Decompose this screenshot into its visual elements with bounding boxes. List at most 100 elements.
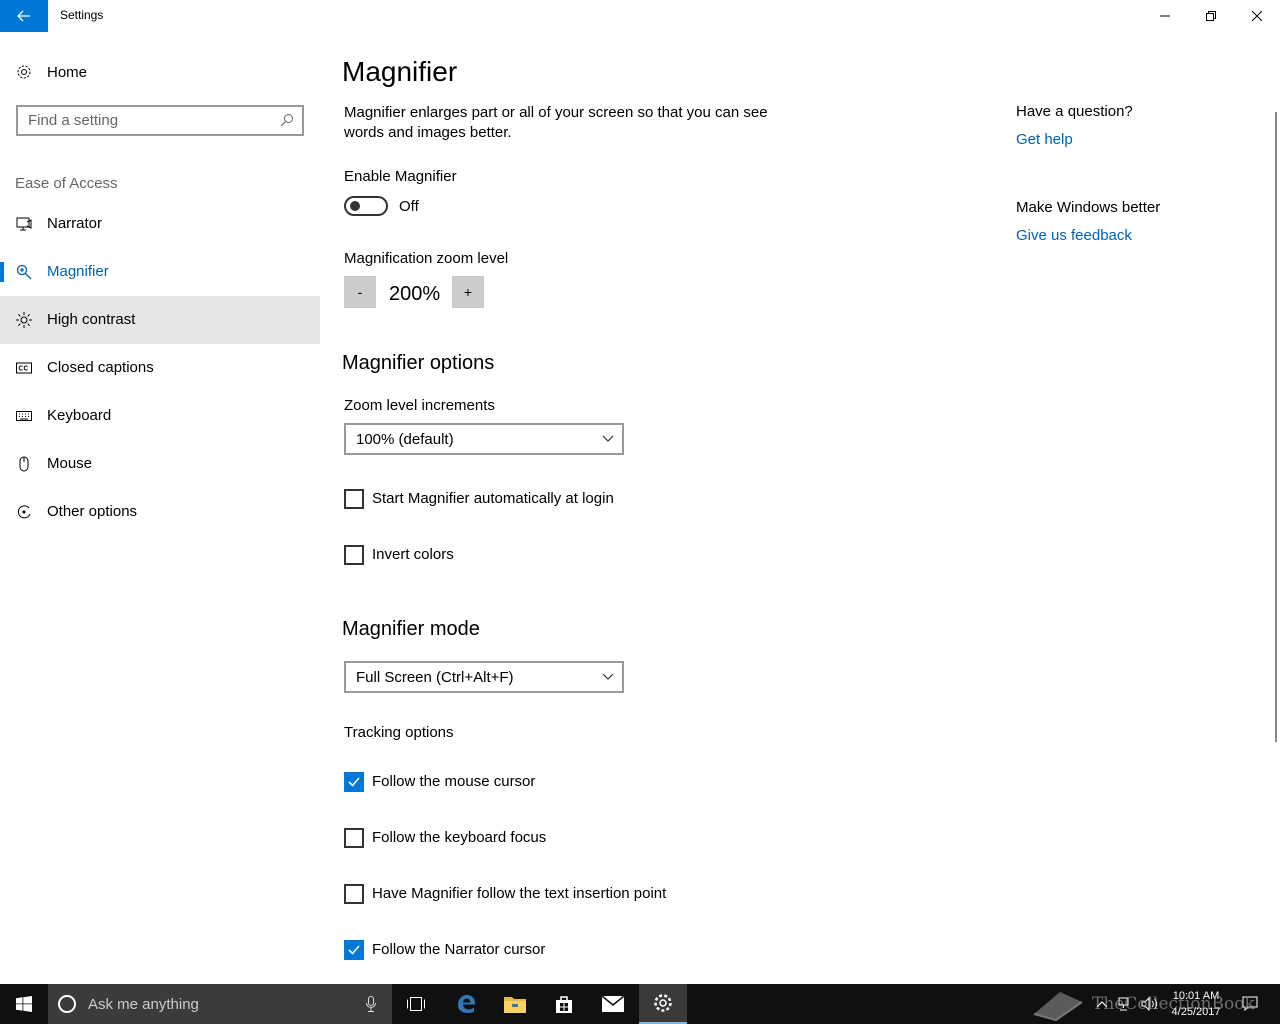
edge-icon (458, 995, 475, 1013)
magnifier-mode-title: Magnifier mode (342, 618, 480, 640)
checkbox-label: Invert colors (372, 546, 454, 563)
back-arrow-icon (17, 10, 30, 22)
task-view-button[interactable] (392, 984, 440, 1024)
closed-captions-icon (16, 362, 32, 374)
sidebar-item-label: Magnifier (47, 263, 109, 280)
folder-icon (504, 997, 526, 1013)
sidebar-item-narrator[interactable]: Narrator (0, 200, 320, 248)
taskbar-search-box[interactable] (48, 984, 392, 1024)
sidebar-item-closed-captions[interactable]: Closed captions (0, 344, 320, 392)
chevron-down-icon (602, 435, 614, 442)
follow-text-insertion-checkbox[interactable] (344, 884, 364, 904)
sidebar-item-mouse[interactable]: Mouse (0, 440, 320, 488)
tracking-options-label: Tracking options (344, 724, 454, 741)
start-button[interactable] (0, 984, 48, 1024)
magnifier-icon (16, 264, 32, 280)
zoom-out-button[interactable]: - (344, 276, 376, 308)
taskbar: 10:01 AM 4/25/2017 TheCollectionBook (0, 984, 1280, 1024)
mouse-icon (19, 456, 29, 472)
watermark-text: TheCollectionBook (1092, 994, 1255, 1014)
zoom-increments-dropdown[interactable]: 100% (default) (344, 423, 624, 455)
toggle-state-text: Off (399, 198, 419, 215)
search-icon[interactable] (280, 113, 294, 127)
task-view-icon (407, 997, 425, 1011)
watermark: TheCollectionBook (1030, 988, 1270, 1022)
nav-home[interactable]: Home (0, 56, 320, 88)
cortana-icon (58, 995, 76, 1013)
close-icon (1252, 11, 1262, 21)
zoom-level-value: 200% (389, 283, 441, 305)
sidebar-item-other-options[interactable]: Other options (0, 488, 320, 536)
sidebar-item-label: Keyboard (47, 407, 112, 424)
magnifier-mode-dropdown[interactable]: Full Screen (Ctrl+Alt+F) (344, 661, 624, 693)
magnifier-options-title: Magnifier options (342, 352, 495, 374)
edge-browser-button[interactable] (442, 984, 490, 1024)
main-content: Magnifier Magnifier enlarges part or all… (320, 32, 1000, 984)
settings-gear-icon (654, 994, 672, 1012)
settings-app-button[interactable] (639, 984, 687, 1024)
follow-mouse-checkbox[interactable] (344, 772, 364, 792)
checkmark-icon (348, 945, 360, 955)
gear-icon (17, 65, 31, 79)
high-contrast-icon (16, 312, 32, 328)
invert-colors-checkbox[interactable] (344, 545, 364, 565)
checkbox-label: Follow the mouse cursor (372, 773, 536, 790)
book-logo-icon (1033, 992, 1083, 1022)
narrator-icon (16, 217, 32, 231)
checkbox-label: Have Magnifier follow the text insertion… (372, 885, 667, 902)
other-options-icon (17, 505, 31, 519)
sidebar-item-high-contrast[interactable]: High contrast (0, 296, 320, 344)
give-feedback-link[interactable]: Give us feedback (1016, 227, 1132, 244)
store-button[interactable] (540, 984, 588, 1024)
minimize-icon (1160, 15, 1170, 17)
mail-icon (602, 996, 624, 1012)
title-bar: Settings (0, 0, 1280, 32)
get-help-link[interactable]: Get help (1016, 131, 1073, 148)
checkbox-label: Follow the Narrator cursor (372, 941, 546, 958)
taskbar-search-input[interactable] (88, 984, 348, 1024)
zoom-increments-label: Zoom level increments (344, 397, 495, 414)
scrollbar[interactable] (1275, 112, 1277, 742)
enable-magnifier-toggle[interactable] (344, 196, 388, 216)
mail-button[interactable] (589, 984, 637, 1024)
setting-search-box[interactable] (16, 105, 304, 136)
selection-indicator (0, 262, 4, 282)
chevron-down-icon (602, 673, 614, 680)
zoom-level-label: Magnification zoom level (344, 250, 509, 267)
sidebar-item-label: High contrast (47, 311, 136, 328)
window-title: Settings (60, 8, 104, 22)
microphone-icon[interactable] (366, 996, 376, 1012)
minimize-button[interactable] (1142, 0, 1188, 32)
dropdown-value: 100% (default) (356, 431, 454, 448)
zoom-in-button[interactable]: + (452, 276, 484, 308)
sidebar-item-label: Narrator (47, 215, 103, 232)
sidebar-item-label: Mouse (47, 455, 93, 472)
page-description: Magnifier enlarges part or all of your s… (344, 104, 768, 141)
toggle-knob (350, 201, 360, 211)
nav-home-label: Home (47, 64, 88, 81)
sidebar-item-label: Closed captions (47, 359, 154, 376)
sidebar-item-keyboard[interactable]: Keyboard (0, 392, 320, 440)
related-pane: Have a question? Get help Make Windows b… (1016, 32, 1266, 432)
back-button[interactable] (0, 0, 48, 32)
follow-keyboard-checkbox[interactable] (344, 828, 364, 848)
windows-logo-icon (16, 996, 32, 1012)
section-label-ease-of-access: Ease of Access (15, 175, 118, 192)
sidebar-item-label: Other options (47, 503, 138, 520)
sidebar: Home Ease of Access Narrator Magnifier H… (0, 32, 320, 984)
start-auto-checkbox[interactable] (344, 489, 364, 509)
checkmark-icon (348, 777, 360, 787)
checkbox-label: Follow the keyboard focus (372, 829, 547, 846)
enable-magnifier-label: Enable Magnifier (344, 168, 457, 185)
sidebar-item-magnifier[interactable]: Magnifier (0, 248, 320, 296)
close-button[interactable] (1234, 0, 1280, 32)
store-bag-icon (556, 996, 572, 1013)
follow-narrator-checkbox[interactable] (344, 940, 364, 960)
checkbox-label: Start Magnifier automatically at login (372, 490, 614, 507)
setting-search-input[interactable] (18, 107, 274, 134)
dropdown-value: Full Screen (Ctrl+Alt+F) (356, 669, 514, 686)
page-title: Magnifier (342, 56, 458, 87)
restore-icon (1206, 11, 1216, 21)
file-explorer-button[interactable] (491, 984, 539, 1024)
restore-button[interactable] (1188, 0, 1234, 32)
